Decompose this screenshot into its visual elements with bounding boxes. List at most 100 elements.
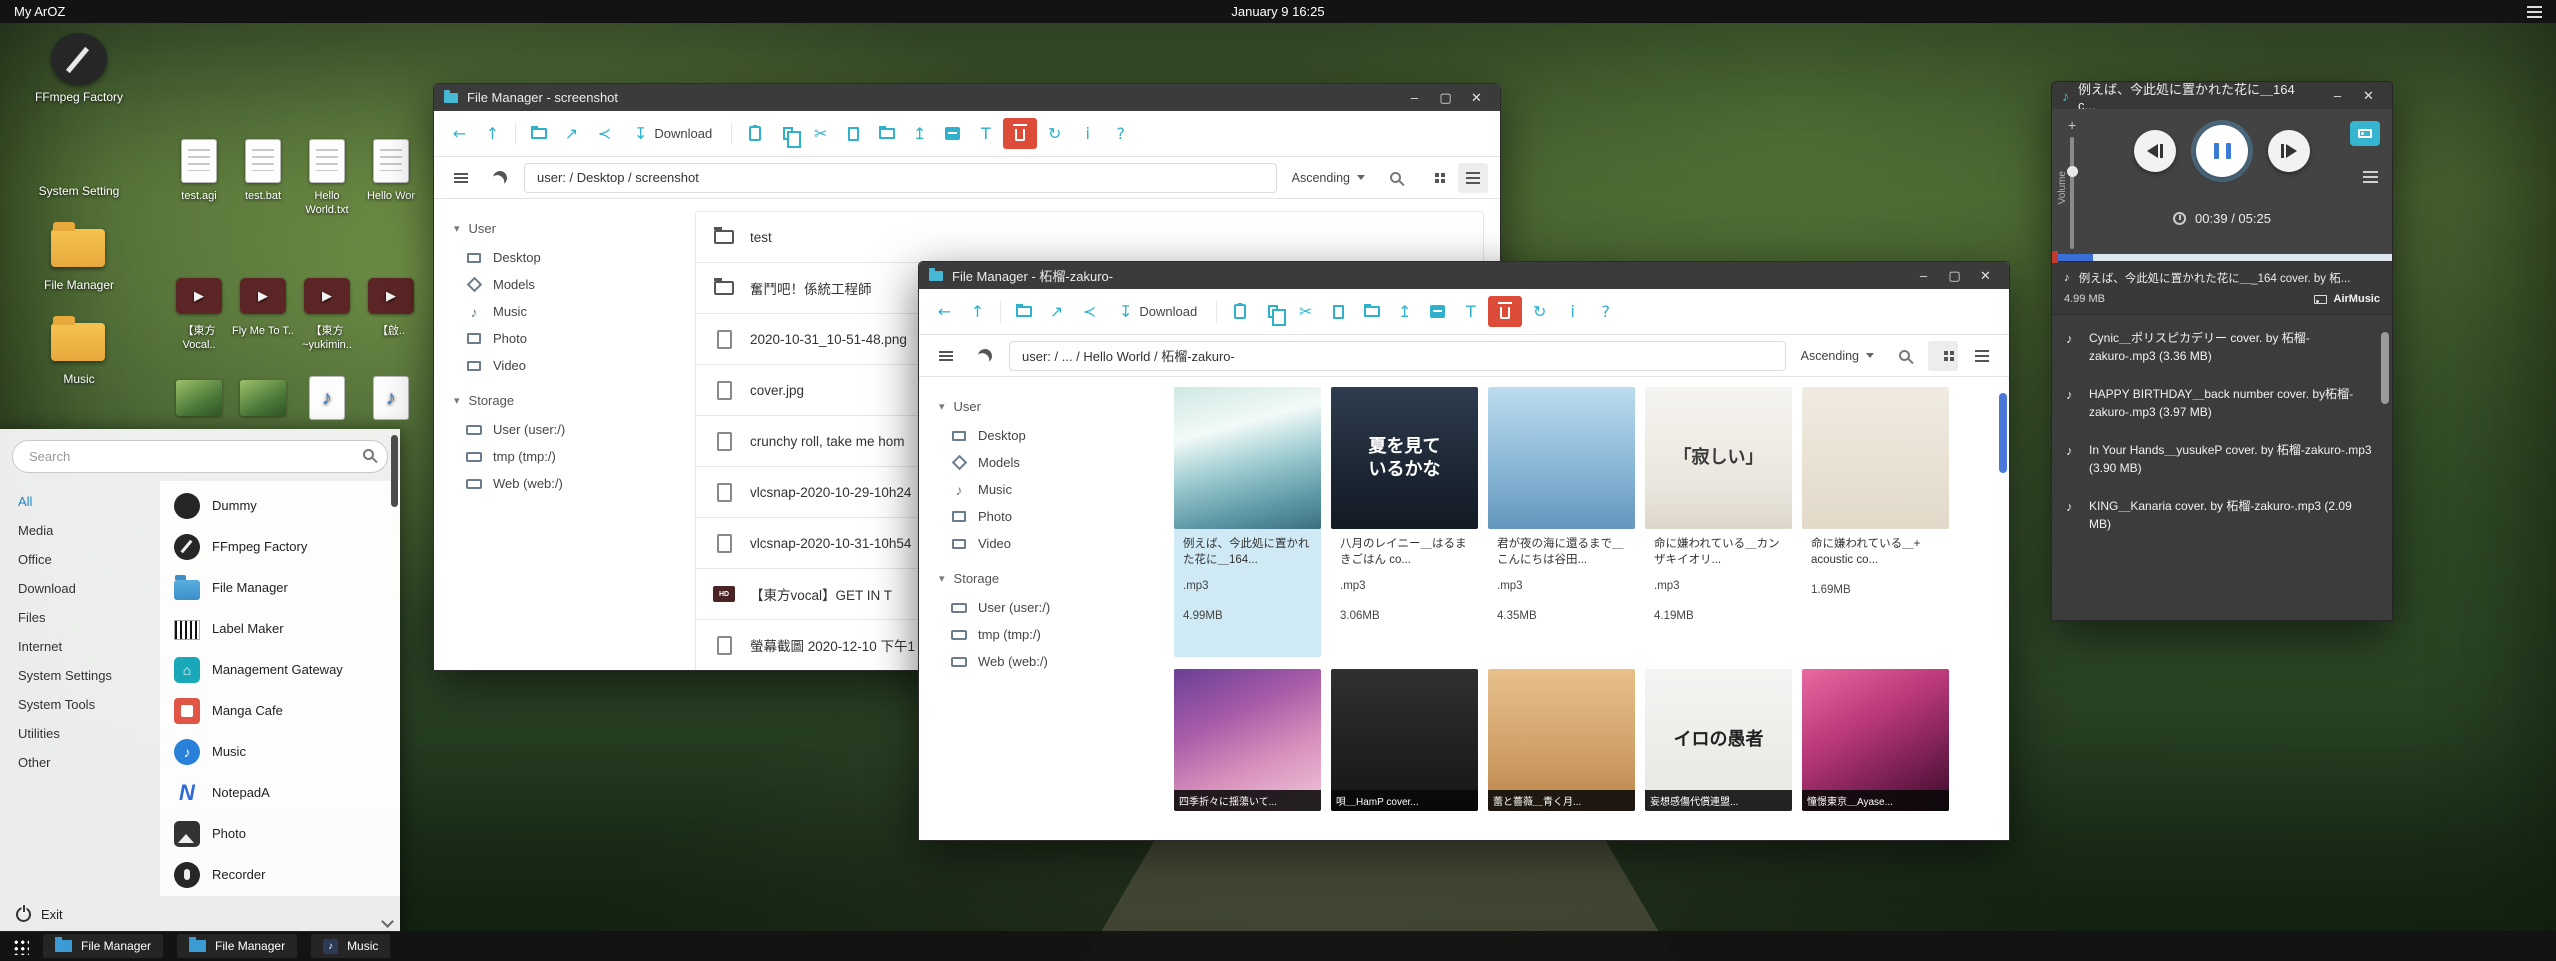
desktop-file-image-2[interactable] [232,374,294,427]
sidebar-section-storage[interactable]: ▾Storage [939,571,1158,586]
topbar-menu-button[interactable] [2527,11,2542,13]
desktop-file-touhou-yukimin[interactable]: 【東方~yukimin.. [296,272,358,353]
open-external-button[interactable]: ↗ [1041,296,1072,327]
cut-button[interactable]: ✂ [805,118,836,149]
rename-button[interactable]: T [970,118,1001,149]
upload-button[interactable]: ↥ [904,118,935,149]
desktop-file-test-bat[interactable]: test.bat [232,137,294,204]
menu-app-music[interactable]: Music [160,731,400,772]
exit-button[interactable]: Exit [0,896,400,932]
sidebar-section-user[interactable]: ▾User [939,399,1158,414]
close-button[interactable]: ✕ [2355,85,2382,106]
menu-app-notepada[interactable]: NotepadA [160,772,400,813]
playlist-item[interactable]: ♪ KING＿Kanaria cover. by 柘榴-zakuro-.mp3 … [2052,487,2392,543]
taskbar-item-file-manager-1[interactable]: File Manager [43,934,163,958]
title-bar[interactable]: ♪ 例えば、今此処に置かれた花に＿164 c... – ✕ [2052,82,2392,109]
file-tile[interactable]: 例えば、今此処に置かれた花に＿164... .mp3 4.99MB [1174,387,1321,657]
category-item[interactable]: Download [0,574,160,603]
sort-dropdown[interactable]: Ascending [1286,171,1371,185]
desktop-icon-music[interactable]: Music [20,315,138,387]
cast-button[interactable] [2350,121,2380,146]
sidebar-item[interactable]: Music [454,298,673,325]
minimize-button[interactable]: – [1910,265,1937,286]
paste-button[interactable] [739,118,770,149]
menu-app-ffmpeg-factory[interactable]: FFmpeg Factory [160,526,400,567]
upload-button[interactable]: ↥ [1389,296,1420,327]
archive-button[interactable] [937,118,968,149]
refresh-button[interactable]: ↻ [1039,118,1070,149]
search-button[interactable] [1380,163,1410,193]
up-button[interactable]: ↑ [477,118,508,149]
desktop-file-audio-2[interactable] [360,374,422,427]
menu-app-manga-cafe[interactable]: Manga Cafe [160,690,400,731]
category-item[interactable]: Internet [0,632,160,661]
file-tile[interactable]: 憧憬東京＿Ayase... [1802,669,1949,840]
menu-app-dummy[interactable]: Dummy [160,485,400,526]
grid-view-button[interactable] [1928,341,1958,371]
desktop-file-hello-wor[interactable]: Hello Wor [360,137,422,204]
menu-app-management-gateway[interactable]: Management Gateway [160,649,400,690]
minimize-button[interactable]: – [1401,87,1428,108]
sidebar-item[interactable]: tmp (tmp:/) [454,443,673,470]
dark-mode-toggle[interactable] [970,341,1000,371]
sidebar-item[interactable]: Models [939,449,1158,476]
cut-button[interactable]: ✂ [1290,296,1321,327]
seek-marker[interactable] [2052,251,2058,263]
close-button[interactable]: ✕ [1972,265,1999,286]
open-folder-button[interactable] [523,118,554,149]
category-item[interactable]: Office [0,545,160,574]
copy-button[interactable] [1257,296,1288,327]
search-button[interactable] [1889,341,1919,371]
app-launcher-button[interactable] [12,938,29,955]
menu-app-file-manager[interactable]: File Manager [160,567,400,608]
info-button[interactable]: i [1072,118,1103,149]
file-tile[interactable]: 蕾と薔薇＿青く月... [1488,669,1635,840]
breadcrumb[interactable]: user: / Desktop / screenshot [524,163,1277,193]
output-device[interactable]: AirMusic [2314,293,2380,305]
taskbar-item-file-manager-2[interactable]: File Manager [177,934,297,958]
help-button[interactable]: ? [1590,296,1621,327]
desktop-icon-ffmpeg-factory[interactable]: FFmpeg Factory [20,33,138,105]
volume-knob[interactable] [2067,166,2078,177]
previous-track-button[interactable] [2134,130,2176,172]
new-folder-button[interactable] [871,118,902,149]
file-tile[interactable]: 夏を見て いるかな 八月のレイニー＿はるまきごはん co... .mp3 3.0… [1331,387,1478,657]
dark-mode-toggle[interactable] [485,163,515,193]
file-tile[interactable]: 君が夜の海に還るまで＿こんにちは谷田... .mp3 4.35MB [1488,387,1635,657]
desktop-file-hello-world-txt[interactable]: Hello World.txt [296,137,358,218]
file-tile[interactable]: 唄＿HamP cover... [1331,669,1478,840]
share-button[interactable]: ≺ [1074,296,1105,327]
breadcrumb[interactable]: user: / ... / Hello World / 柘榴-zakuro- [1009,341,1786,371]
sidebar-item[interactable]: Web (web:/) [454,470,673,497]
desktop-file-video-4[interactable]: 【啟.. [360,272,422,339]
sidebar-item[interactable]: User (user:/) [939,594,1158,621]
desktop-file-image-1[interactable] [168,374,230,427]
scrollbar-thumb[interactable] [2381,332,2389,404]
sidebar-item[interactable]: Models [454,271,673,298]
category-item[interactable]: All [0,487,160,516]
next-track-button[interactable] [2268,130,2310,172]
rename-button[interactable]: T [1455,296,1486,327]
playlist-item[interactable]: ♪ Cynic＿ポリスピカデリー cover. by 柘榴-zakuro-.mp… [2052,319,2392,375]
grid-view-button[interactable] [1419,163,1449,193]
new-file-button[interactable] [1323,296,1354,327]
sidebar-toggle-button[interactable] [446,163,476,193]
desktop-file-fly-me-to[interactable]: Fly Me To T.. [232,272,294,339]
sidebar-section-storage[interactable]: ▾Storage [454,393,673,408]
minimize-button[interactable]: – [2324,85,2351,106]
volume-up[interactable]: + [2068,117,2076,133]
category-item[interactable]: Media [0,516,160,545]
sidebar-item[interactable]: Music [939,476,1158,503]
category-item[interactable]: Other [0,748,160,777]
desktop-file-test-agi[interactable]: test.agi [168,137,230,204]
seek-bar[interactable] [2052,254,2392,261]
file-row[interactable]: test [695,211,1484,263]
sidebar-item[interactable]: User (user:/) [454,416,673,443]
close-button[interactable]: ✕ [1463,87,1490,108]
file-tile[interactable]: 命に嫌われている＿+ acoustic co... 1.69MB [1802,387,1949,657]
download-button[interactable]: ↧Download [1107,296,1209,327]
scrollbar-thumb[interactable] [1999,393,2007,473]
open-external-button[interactable]: ↗ [556,118,587,149]
help-button[interactable]: ? [1105,118,1136,149]
up-button[interactable]: ↑ [962,296,993,327]
